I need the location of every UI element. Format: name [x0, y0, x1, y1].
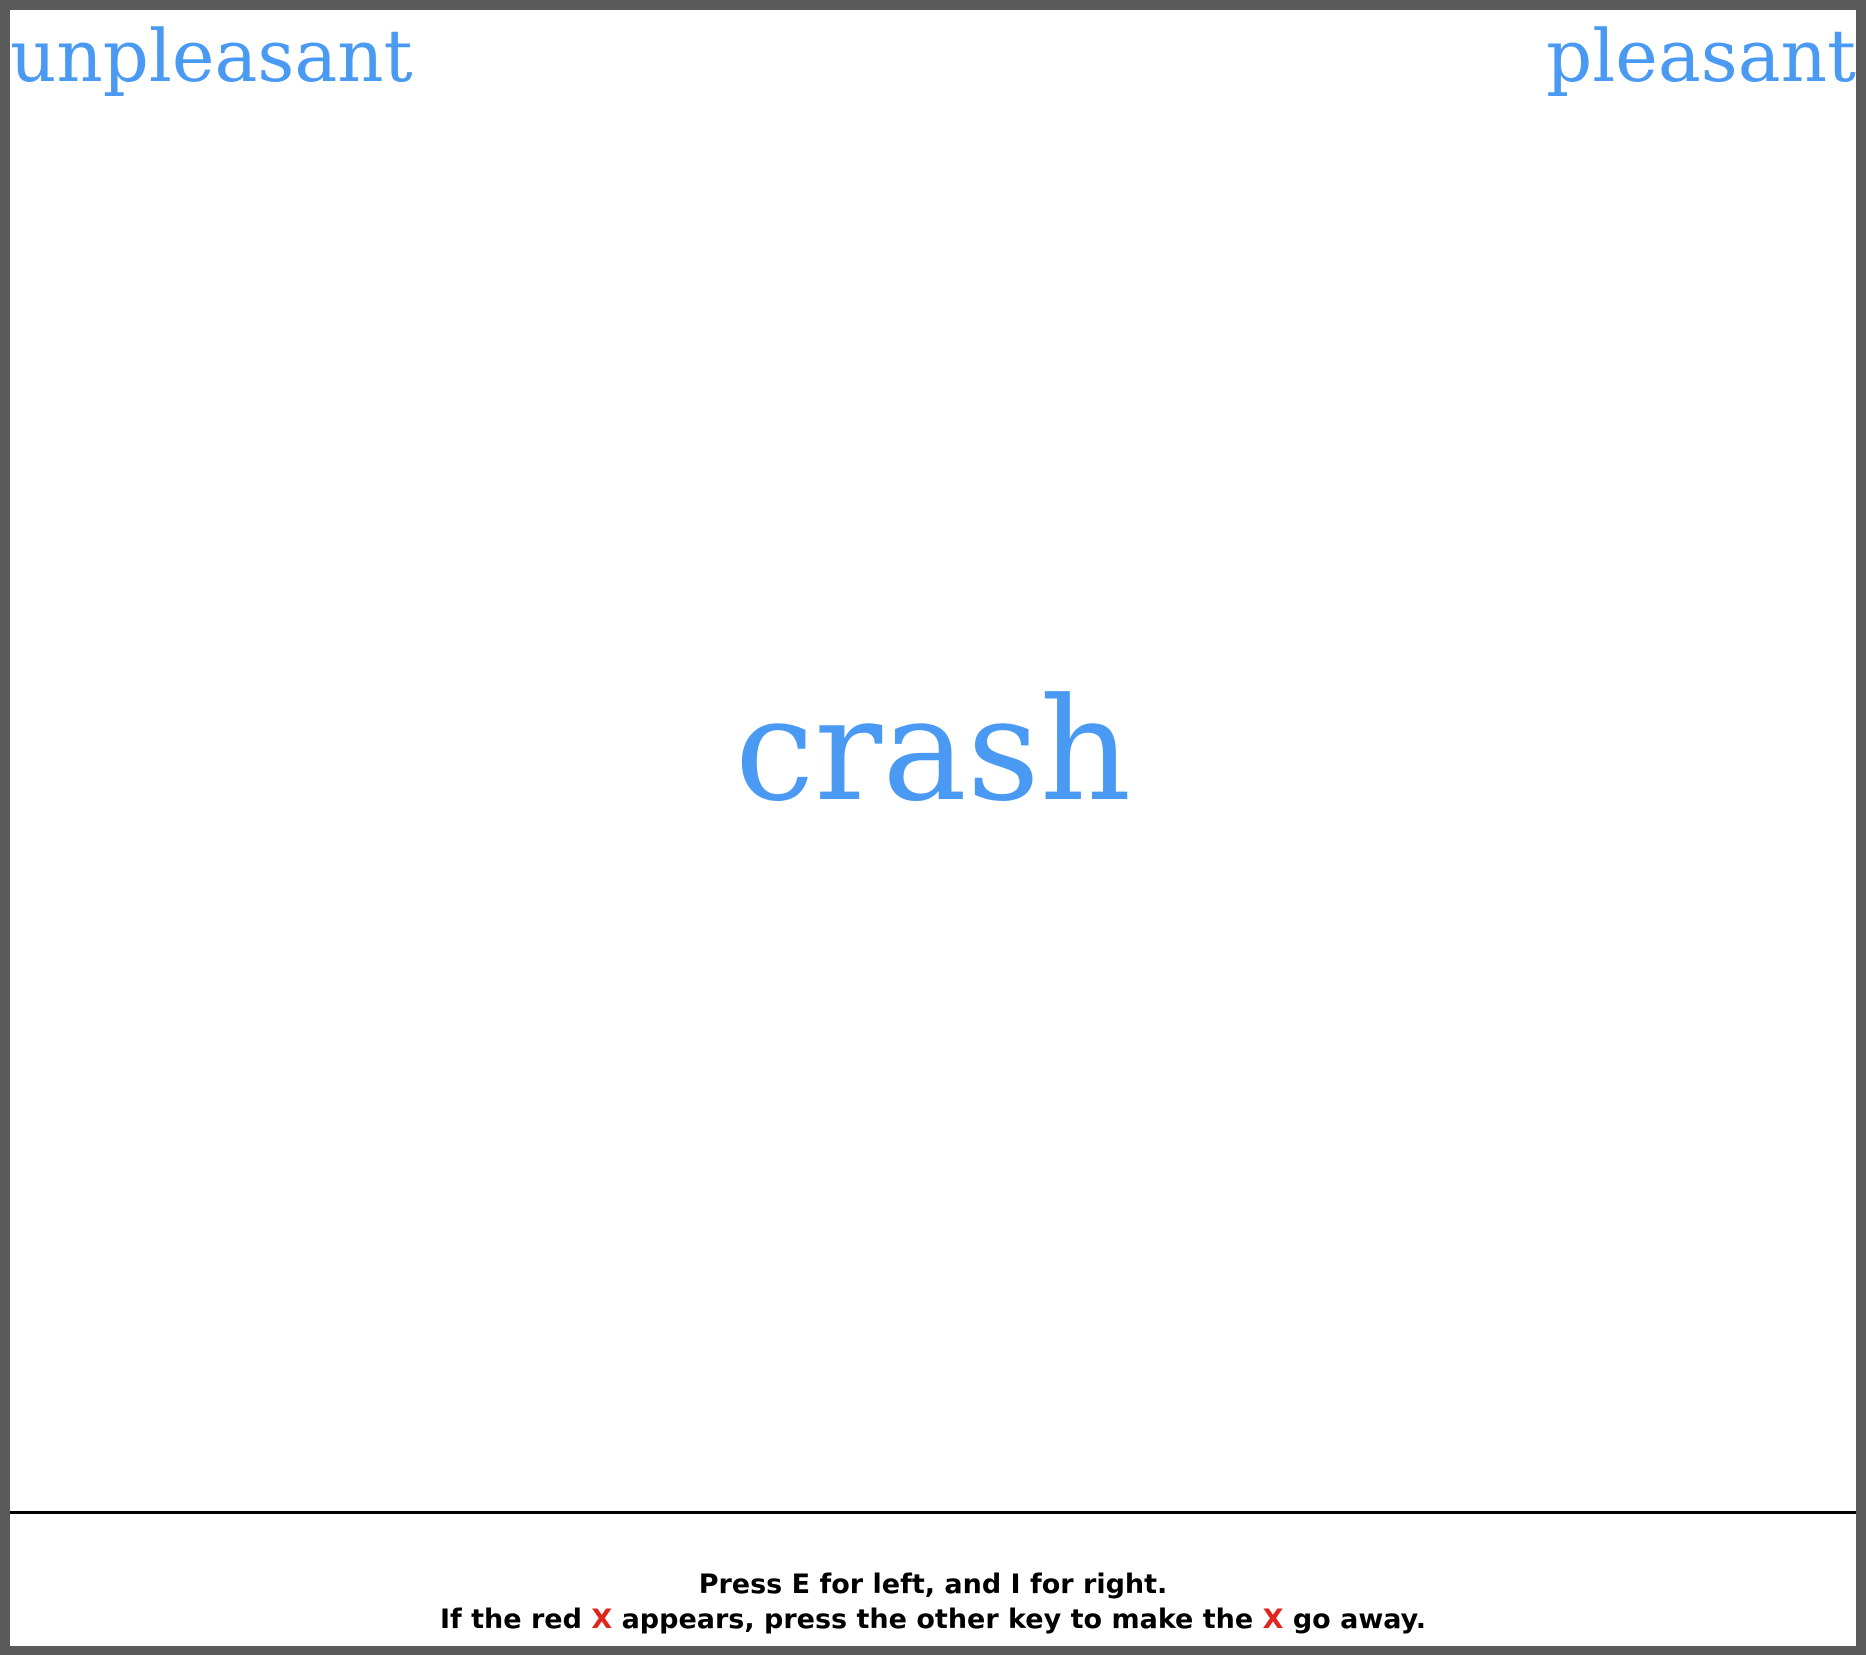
instruction-line-error: If the red X appears, press the other ke…: [10, 1602, 1856, 1637]
stimulus-word: crash: [734, 668, 1132, 833]
error-mark-icon: X: [591, 1604, 613, 1635]
error-mark-icon: X: [1262, 1604, 1284, 1635]
instruction-error-text-2: appears, press the other key to make the: [612, 1604, 1263, 1635]
task-canvas: unpleasant pleasant crash Press E for le…: [10, 10, 1856, 1646]
instruction-error-text-3: go away.: [1283, 1604, 1427, 1635]
instruction-error-text-1: If the red: [439, 1604, 592, 1635]
left-category-label: unpleasant: [10, 14, 413, 98]
right-category-label: pleasant: [1546, 14, 1856, 98]
instruction-line-keys: Press E for left, and I for right.: [698, 1569, 1168, 1600]
instructions-divider: [10, 1511, 1856, 1514]
instructions-panel: Press E for left, and I for right. If th…: [10, 1567, 1856, 1637]
